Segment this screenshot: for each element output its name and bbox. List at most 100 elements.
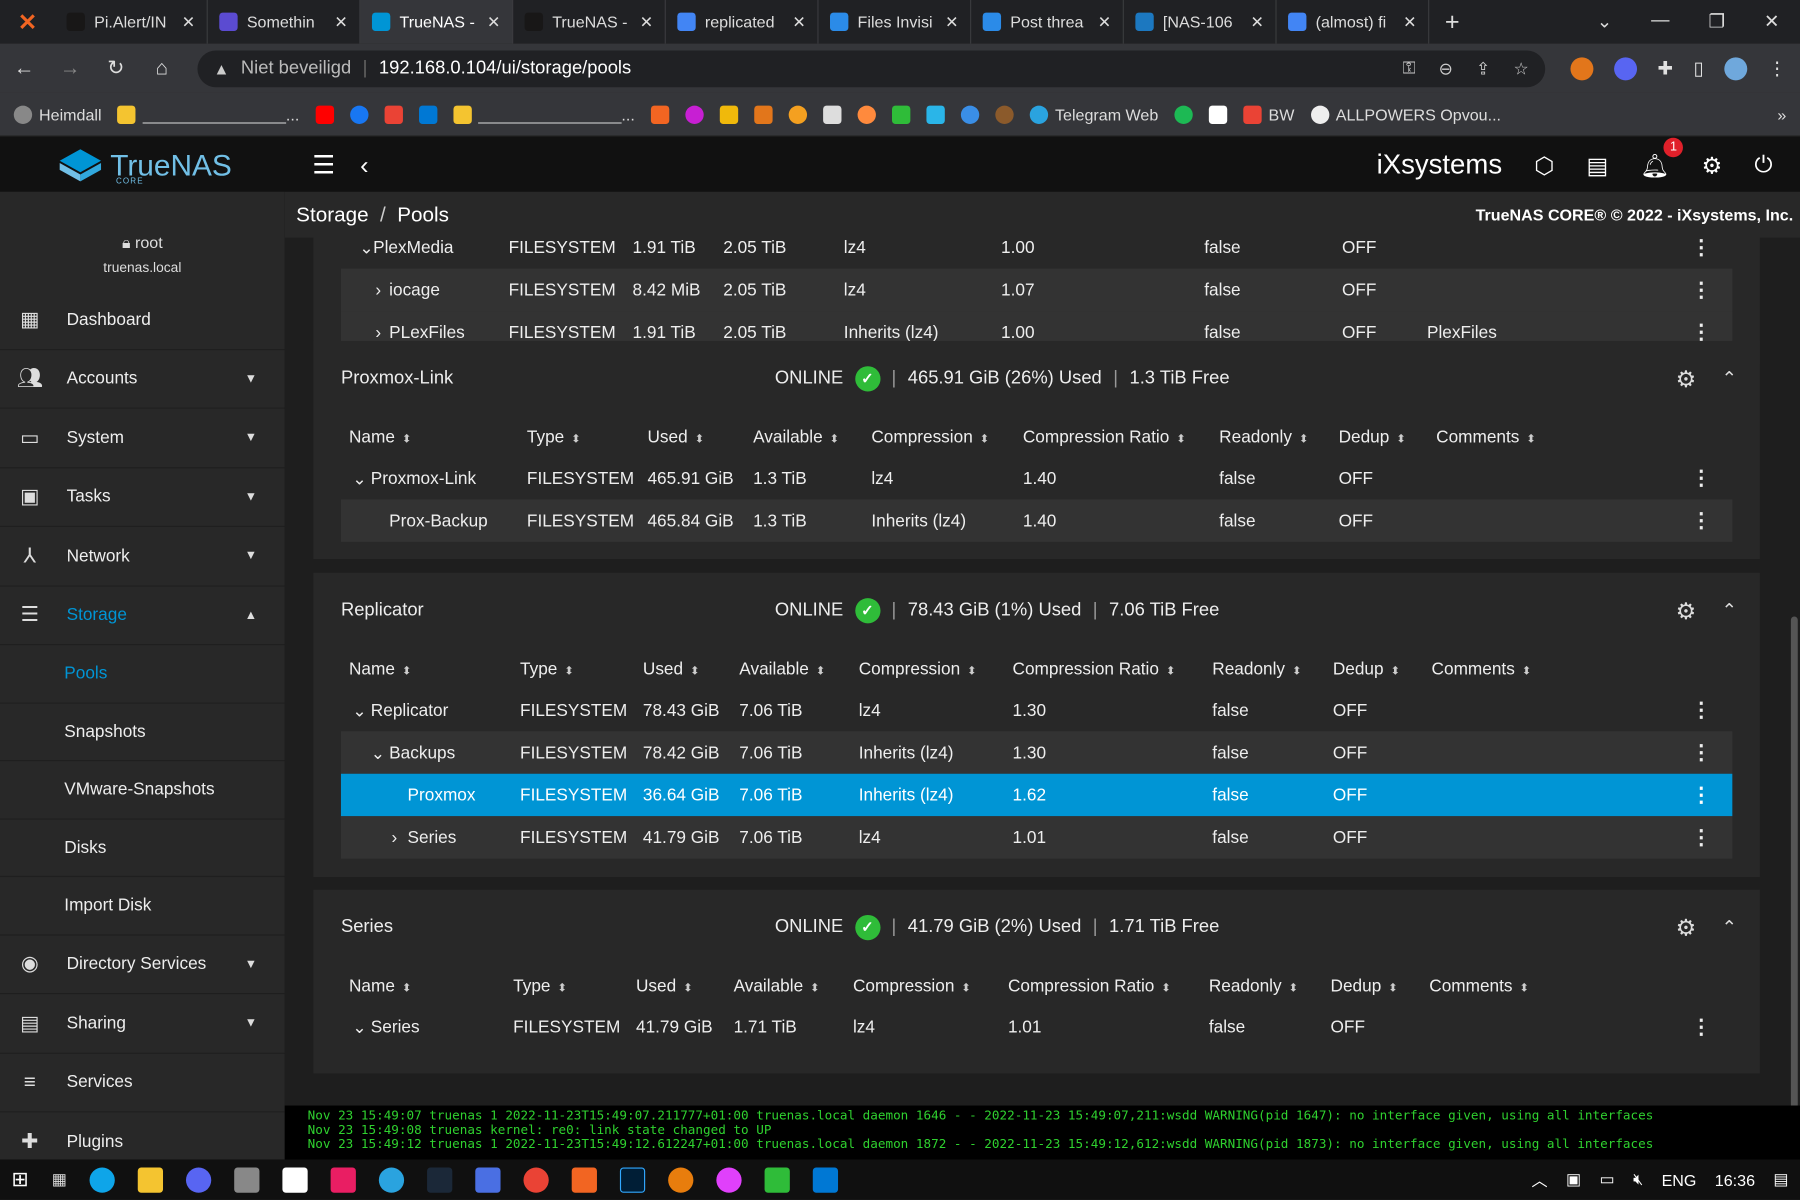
telegram-icon[interactable] [379,1166,405,1193]
sidebar-subitem-import disk[interactable]: Import Disk [0,877,285,936]
tradingview-icon[interactable] [1208,105,1228,124]
column-header[interactable]: Available ⬍ [734,976,820,996]
collapse-chevron-up-icon[interactable]: ⌃ [1722,599,1737,622]
home-icon[interactable]: ⌂ [152,56,173,80]
notifications-icon[interactable]: 🔔︎ 1 [1640,137,1684,180]
table-row[interactable]: › iocage FILESYSTEM 8.42 MiB 2.05 TiB lz4 1.07… [340,268,1733,312]
reload-icon[interactable]: ↻ [106,56,127,80]
action-center-icon[interactable]: ▤ [1773,1170,1788,1190]
chrome-icon[interactable] [523,1166,550,1193]
column-header[interactable]: Compression ⬍ [853,976,971,996]
truenas-logo[interactable]: TrueNAS CORE [0,147,285,186]
column-header[interactable]: Comments ⬍ [1432,659,1532,679]
browser-tab[interactable]: TrueNAS - ✕ [513,0,666,44]
expand-chevron-down-icon[interactable]: ⌄ [371,742,385,763]
row-actions-icon[interactable]: ⋮ [1691,509,1712,533]
row-actions-icon[interactable]: ⋮ [1691,1015,1712,1039]
column-header[interactable]: Compression Ratio ⬍ [1013,659,1176,679]
column-header[interactable]: Type ⬍ [520,659,574,679]
sidebar-item-directory-services[interactable]: ◉ Directory Services ▼ [0,935,285,995]
ixsystems-logo[interactable]: iXsystems [1377,149,1503,181]
close-tab-icon[interactable]: ✕ [1098,12,1111,32]
shiba-icon[interactable] [754,105,773,124]
puzzle-icon[interactable]: ✚ [1657,57,1672,80]
extension-icon[interactable] [1613,56,1637,80]
bookmark-telegram[interactable]: Telegram Web [1029,105,1158,124]
bookmark-allpowers[interactable]: ALLPOWERS Opvou... [1310,105,1501,124]
browser-app-icon[interactable]: ✕ [0,0,55,44]
bookmark-folder-2[interactable]: ________________... [453,105,635,124]
menu-icon[interactable]: ⋮ [1768,57,1786,80]
facebook-icon[interactable] [349,105,369,124]
column-header[interactable]: Compression ⬍ [871,427,989,447]
app-icon[interactable] [89,1166,116,1193]
more-bookmarks-icon[interactable]: » [1777,105,1786,123]
column-header[interactable]: Compression Ratio ⬍ [1023,427,1186,447]
table-row[interactable]: ⌄ Proxmox-Link FILESYSTEM 465.91 GiB 1.3 TiB… [341,457,1732,499]
zoom-icon[interactable]: ⊖ [1439,58,1453,79]
column-header[interactable]: Type ⬍ [527,427,581,447]
blender-icon[interactable] [668,1166,694,1193]
breadcrumb-storage[interactable]: Storage [296,203,368,227]
column-header[interactable]: Compression Ratio ⬍ [1008,976,1171,996]
sidebar-item-sharing[interactable]: ▤ Sharing ▼ [0,994,285,1054]
sidepanel-icon[interactable]: ▯ [1694,57,1704,80]
bookmark-heimdall[interactable]: Heimdall [13,105,102,124]
power-icon[interactable]: ⏻ [1754,152,1772,178]
clock[interactable]: 16:36 [1715,1170,1755,1188]
column-header[interactable]: Readonly ⬍ [1219,427,1308,447]
browser-tab[interactable]: (almost) fi ✕ [1277,0,1430,44]
table-row[interactable]: ⌄ PlexMedia FILESYSTEM 1.91 TiB 2.05 TiB lz4 1… [341,226,1732,268]
browser-tab[interactable]: Pi.Alert/IN ✕ [55,0,208,44]
pool-settings-gear-icon[interactable]: ⚙ [1676,364,1697,393]
truecommand-icon[interactable]: ⬡ [1534,151,1554,180]
row-actions-icon[interactable]: ⋮ [1691,278,1712,302]
pool-settings-gear-icon[interactable]: ⚙ [1676,596,1697,625]
column-header[interactable]: Readonly ⬍ [1212,659,1301,679]
bookmark-icon[interactable] [685,105,704,124]
volume-muted-icon[interactable]: 🔇︎ [1633,1170,1643,1190]
row-actions-icon[interactable]: ⋮ [1691,783,1712,807]
column-header[interactable]: Compression ⬍ [859,659,977,679]
table-row[interactable]: › Series FILESYSTEM 41.79 GiB 7.06 TiB lz4 1.0… [340,816,1733,859]
expand-chevron-down-icon[interactable]: ⌄ [352,700,366,721]
column-header[interactable]: Readonly ⬍ [1209,976,1298,996]
table-row[interactable]: ⌄ Replicator FILESYSTEM 78.43 GiB 7.06 TiB lz… [341,689,1732,731]
close-window-icon[interactable]: ✕ [1764,10,1779,33]
bookmark-icon[interactable] [891,105,911,124]
bookmark-folder-1[interactable]: ________________... [117,105,299,124]
spotify-icon[interactable] [1174,105,1193,124]
gmail-icon[interactable] [384,105,403,124]
row-actions-icon[interactable]: ⋮ [1691,698,1712,722]
column-header[interactable]: Comments ⬍ [1429,976,1529,996]
table-row[interactable]: Prox-Backup FILESYSTEM 465.84 GiB 1.3 TiB In… [340,499,1733,542]
explorer-icon[interactable] [138,1166,164,1193]
task-manager-icon[interactable]: ▤ [1586,151,1608,180]
browser-tab[interactable]: [NAS-106 ✕ [1124,0,1277,44]
pool-settings-gear-icon[interactable]: ⚙ [1676,913,1697,942]
sidebar-item-accounts[interactable]: 👥︎ Accounts ▼ [0,350,285,409]
task-view-icon[interactable]: ▦ [52,1170,67,1190]
back-icon[interactable]: ← [14,56,35,80]
app-icon[interactable] [764,1166,791,1193]
close-tab-icon[interactable]: ✕ [792,12,805,32]
column-header[interactable]: Available ⬍ [739,659,825,679]
bookmark-icon[interactable] [788,105,808,124]
sidebar-item-storage[interactable]: ☰ Storage ▲ [0,586,285,646]
collapse-chevron-up-icon[interactable]: ⌃ [1722,916,1737,939]
expand-chevron-down-icon[interactable]: ⌄ [352,468,366,489]
bookmark-icon[interactable] [823,105,842,124]
settings-gear-icon[interactable]: ⚙ [1702,151,1723,180]
sidebar-subitem-disks[interactable]: Disks [0,819,285,878]
column-header[interactable]: Used ⬍ [636,976,693,996]
app-icon[interactable] [572,1166,598,1193]
sidebar-item-network[interactable]: ⅄ Network ▼ [0,527,285,587]
app-icon[interactable] [475,1166,501,1193]
new-tab-button[interactable]: + [1429,7,1475,37]
close-tab-icon[interactable]: ✕ [640,12,653,32]
close-tab-icon[interactable]: ✕ [334,12,347,32]
star-icon[interactable]: ☆ [1513,58,1528,79]
row-actions-icon[interactable]: ⋮ [1691,740,1712,764]
browser-tab[interactable]: Post threa ✕ [971,0,1124,44]
bookmark-icon[interactable] [995,105,1014,124]
